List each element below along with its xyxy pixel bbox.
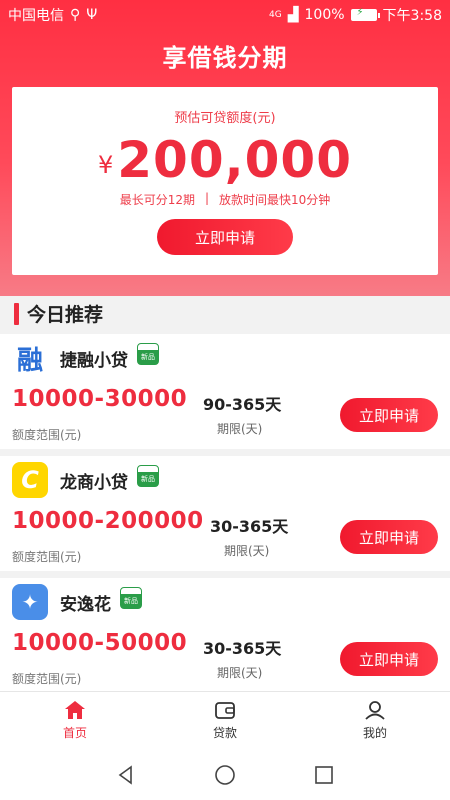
- status-bar: 中国电信 ⚲ Ψ 4G ▟ 100% ⚡ 下午3:58: [0, 0, 450, 30]
- loan-name: 龙商小贷: [60, 473, 128, 493]
- range-label: 额度范围(元): [12, 428, 82, 442]
- range-label: 额度范围(元): [12, 550, 82, 564]
- nav-label-loans: 贷款: [212, 726, 237, 740]
- loan-card[interactable]: 融 捷融小贷 新品 10000-30000 额度范围(元) 90-365天 期限…: [0, 334, 450, 449]
- apply-now-button[interactable]: 立即申请: [157, 219, 293, 255]
- new-tag-icon: 新品: [137, 343, 159, 365]
- term-label: 期限(天): [217, 666, 263, 680]
- wallet-icon: [215, 702, 235, 719]
- back-icon[interactable]: [116, 764, 136, 785]
- nav-label-home: 首页: [62, 726, 87, 740]
- network-label: 4G: [269, 10, 282, 20]
- nav-item-loans[interactable]: 贷款: [150, 692, 300, 749]
- nav-item-mine[interactable]: 我的: [300, 692, 450, 749]
- loan-apply-button[interactable]: 立即申请: [340, 398, 438, 432]
- usb-icon: ⚲: [70, 7, 81, 23]
- home-circle-icon[interactable]: [214, 764, 236, 786]
- loan-name: 捷融小贷: [60, 351, 128, 371]
- loan-term: 30-365天: [210, 517, 289, 536]
- jierong-logo-icon: 融: [12, 340, 48, 376]
- quota-label: 预估可贷额度(元): [174, 111, 276, 126]
- speed-note: 放款时间最快10分钟: [219, 193, 331, 207]
- new-tag-icon: 新品: [137, 465, 159, 487]
- loan-term: 90-365天: [203, 395, 282, 414]
- loan-range: 10000-200000: [12, 508, 204, 534]
- loan-apply-button[interactable]: 立即申请: [340, 642, 438, 676]
- clock: 下午3:58: [382, 8, 442, 24]
- term-note: 最长可分12期: [119, 193, 195, 207]
- range-label: 额度范围(元): [12, 672, 82, 686]
- loan-card[interactable]: C 龙商小贷 新品 10000-200000 额度范围(元) 30-365天 期…: [0, 456, 450, 571]
- bottom-nav: 首页 贷款 我的: [0, 691, 450, 749]
- battery-icon: ⚡: [350, 7, 380, 21]
- loan-name: 安逸花: [60, 595, 111, 615]
- section-header: 今日推荐: [14, 300, 103, 327]
- loan-card[interactable]: ✦ 安逸花 新品 10000-50000 额度范围(元) 30-365天 期限(…: [0, 578, 450, 693]
- terms-separator: |: [204, 191, 210, 205]
- nav-item-home[interactable]: 首页: [0, 692, 150, 749]
- recents-icon[interactable]: [314, 765, 334, 785]
- user-icon: [365, 701, 385, 720]
- quota-terms: 最长可分12期 | 放款时间最快10分钟: [12, 191, 438, 208]
- currency-symbol: ¥: [97, 151, 114, 179]
- section-marker: [14, 302, 19, 325]
- battery-percent: 100%: [304, 7, 345, 23]
- new-tag-icon: 新品: [120, 587, 142, 609]
- loan-range: 10000-30000: [12, 386, 188, 412]
- home-icon: [65, 701, 85, 719]
- loan-apply-button[interactable]: 立即申请: [340, 520, 438, 554]
- anyihua-logo-icon: ✦: [12, 584, 48, 620]
- term-label: 期限(天): [217, 422, 263, 436]
- longshang-logo-icon: C: [12, 462, 48, 498]
- carrier-label: 中国电信: [8, 8, 64, 24]
- usb-debug-icon: Ψ: [86, 7, 98, 23]
- quota-card: 预估可贷额度(元) ¥ 200,000 最长可分12期 | 放款时间最快10分钟…: [12, 87, 438, 275]
- term-label: 期限(天): [224, 544, 270, 558]
- signal-icon: ▟: [287, 7, 299, 23]
- nav-label-mine: 我的: [362, 726, 387, 740]
- quota-amount: 200,000: [117, 131, 352, 189]
- loan-range: 10000-50000: [12, 630, 188, 656]
- loan-term: 30-365天: [203, 639, 282, 658]
- app-title: 享借钱分期: [162, 44, 288, 72]
- quota-amount-row: ¥ 200,000: [12, 131, 438, 189]
- system-nav-bar: [0, 749, 450, 800]
- section-title: 今日推荐: [27, 304, 104, 326]
